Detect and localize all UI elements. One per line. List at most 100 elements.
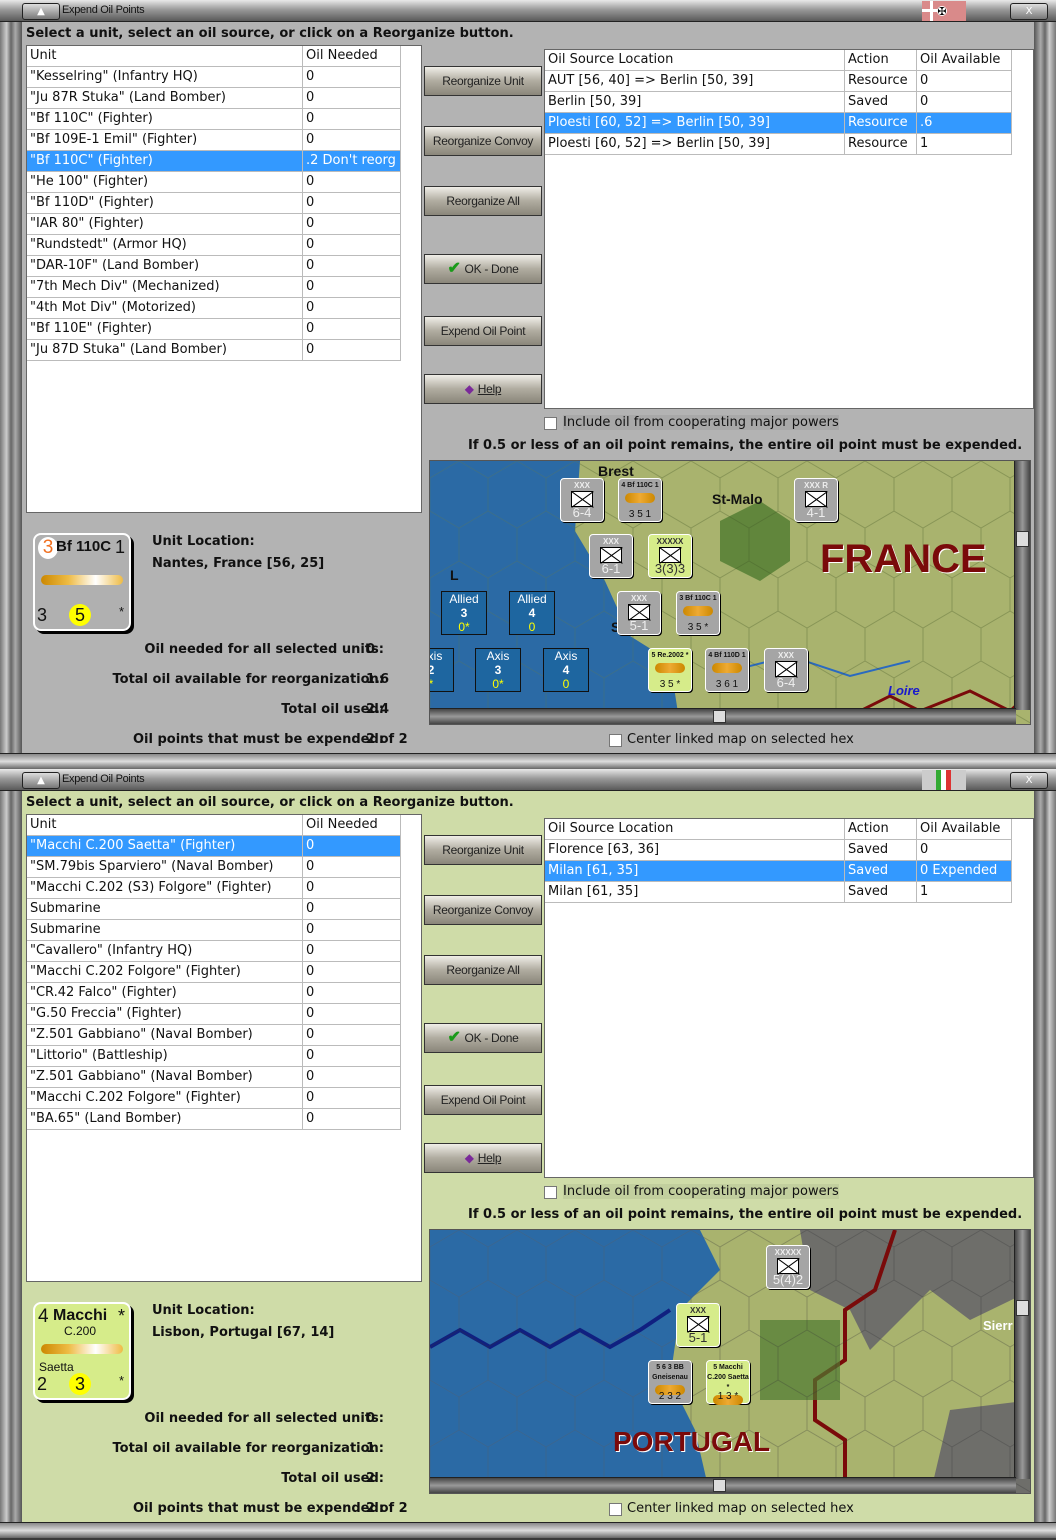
ground-unit-counter[interactable]: XXX 6-4 xyxy=(560,478,604,522)
unit-table-row[interactable]: "BA.65" (Land Bomber) 0 xyxy=(27,1109,421,1130)
ok-done-button[interactable]: ✔ OK - Done xyxy=(424,254,542,284)
ok-done-button[interactable]: ✔ OK - Done xyxy=(424,1023,542,1053)
air-unit-counter[interactable]: 5 Macchi C.200 Saetta * 1 3 * xyxy=(706,1360,750,1405)
reorganize-convoy-button[interactable]: Reorganize Convoy xyxy=(424,895,542,925)
minimize-button[interactable]: ▲ xyxy=(22,772,60,789)
oil-source-row[interactable]: Florence [63, 36] Saved 0 xyxy=(545,840,1033,861)
air-unit-counter[interactable]: 5 6 3 BB Gneisenau 2 3 2 xyxy=(648,1360,692,1404)
unit-table-row[interactable]: "7th Mech Div" (Mechanized) 0 xyxy=(27,277,421,298)
horizontal-scroll-thumb[interactable] xyxy=(713,1479,726,1492)
oil-source-table[interactable]: Oil Source Location Action Oil Available Fl… xyxy=(544,818,1034,1178)
unit-table-row[interactable]: "Cavallero" (Infantry HQ) 0 xyxy=(27,941,421,962)
include-coop-checkbox[interactable] xyxy=(544,417,557,430)
include-coop-label[interactable]: Include oil from cooperating major power… xyxy=(563,415,839,430)
column-header-action[interactable]: Action xyxy=(845,819,917,840)
center-map-label[interactable]: Center linked map on selected hex xyxy=(627,1501,854,1516)
include-coop-checkbox[interactable] xyxy=(544,1186,557,1199)
close-button[interactable]: X xyxy=(1010,3,1048,20)
unit-table-row[interactable]: "Z.501 Gabbiano" (Naval Bomber) 0 xyxy=(27,1025,421,1046)
column-header-oil-needed[interactable]: Oil Needed xyxy=(303,46,401,67)
unit-table[interactable]: Unit Oil Needed "Kesselring" (Infantry HQ)… xyxy=(26,45,422,513)
oil-source-row[interactable]: Ploesti [60, 52] => Berlin [50, 39] Resou… xyxy=(545,113,1033,134)
oil-source-row[interactable]: Milan [61, 35] Saved 0 Expended xyxy=(545,861,1033,882)
linked-map[interactable]: BrestSt-MaloFRANCESt-NLoireLAllied30*All… xyxy=(429,460,1031,725)
center-map-checkbox[interactable] xyxy=(609,734,622,747)
oil-source-row[interactable]: AUT [56, 40] => Berlin [50, 39] Resource 0 xyxy=(545,71,1033,92)
column-header-location[interactable]: Oil Source Location xyxy=(545,50,845,71)
ground-unit-counter[interactable]: XXXXX 3(3)3 xyxy=(648,534,692,578)
vertical-scroll-thumb[interactable] xyxy=(1016,1300,1029,1316)
ground-unit-counter[interactable]: XXX R 4-1 xyxy=(794,478,838,522)
close-button[interactable]: X xyxy=(1010,772,1048,789)
ground-unit-counter[interactable]: XXX 6-4 xyxy=(764,648,808,692)
reorganize-unit-button[interactable]: Reorganize Unit xyxy=(424,66,542,96)
include-coop-label[interactable]: Include oil from cooperating major power… xyxy=(563,1184,839,1199)
unit-table-row[interactable]: "CR.42 Falco" (Fighter) 0 xyxy=(27,983,421,1004)
column-header-unit[interactable]: Unit xyxy=(27,815,303,836)
reorganize-unit-button[interactable]: Reorganize Unit xyxy=(424,835,542,865)
air-unit-counter[interactable]: 5 Re.2002 * 3 5 * xyxy=(648,648,692,692)
ground-unit-counter[interactable]: XXX 5-1 xyxy=(676,1303,720,1347)
expend-oil-point-button[interactable]: Expend Oil Point xyxy=(424,316,542,346)
expend-oil-point-button[interactable]: Expend Oil Point xyxy=(424,1085,542,1115)
map-vertical-scrollbar[interactable] xyxy=(1014,1230,1030,1479)
unit-table-row[interactable]: "IAR 80" (Fighter) 0 xyxy=(27,214,421,235)
unit-table-row[interactable]: Submarine 0 xyxy=(27,899,421,920)
unit-table-row[interactable]: "Macchi C.200 Saetta" (Fighter) 0 xyxy=(27,836,421,857)
unit-table-row[interactable]: "Rundstedt" (Armor HQ) 0 xyxy=(27,235,421,256)
unit-table-row[interactable]: "Z.501 Gabbiano" (Naval Bomber) 0 xyxy=(27,1067,421,1088)
center-map-checkbox[interactable] xyxy=(609,1503,622,1516)
unit-table-row[interactable]: "Ju 87R Stuka" (Land Bomber) 0 xyxy=(27,88,421,109)
column-header-oil-available[interactable]: Oil Available xyxy=(917,819,1012,840)
unit-table-row[interactable]: "Bf 110D" (Fighter) 0 xyxy=(27,193,421,214)
oil-available: 0 xyxy=(917,71,1012,92)
map-horizontal-scrollbar[interactable] xyxy=(430,708,1016,724)
unit-table-row[interactable]: "SM.79bis Sparviero" (Naval Bomber) 0 xyxy=(27,857,421,878)
unit-table-row[interactable]: "Macchi C.202 Folgore" (Fighter) 0 xyxy=(27,1088,421,1109)
column-header-oil-needed[interactable]: Oil Needed xyxy=(303,815,401,836)
ground-unit-counter[interactable]: XXX 5-1 xyxy=(617,591,661,635)
unit-table-row[interactable]: "Ju 87D Stuka" (Land Bomber) 0 xyxy=(27,340,421,361)
map-horizontal-scrollbar[interactable] xyxy=(430,1477,1016,1493)
unit-table-row[interactable]: "Bf 110E" (Fighter) 0 xyxy=(27,319,421,340)
column-header-action[interactable]: Action xyxy=(845,50,917,71)
unit-table-row[interactable]: "4th Mot Div" (Motorized) 0 xyxy=(27,298,421,319)
vertical-scroll-thumb[interactable] xyxy=(1016,531,1029,547)
unit-name: "Rundstedt" (Armor HQ) xyxy=(27,235,303,256)
help-button[interactable]: ◆ Help xyxy=(424,1143,542,1173)
oil-source-row[interactable]: Milan [61, 35] Saved 1 xyxy=(545,882,1033,903)
air-unit-counter[interactable]: 4 Bf 110D 1 3 6 1 xyxy=(705,648,749,692)
horizontal-scroll-thumb[interactable] xyxy=(713,710,726,723)
unit-table-row[interactable]: "Bf 110C" (Fighter) .2 Don't reorg xyxy=(27,151,421,172)
ground-unit-counter[interactable]: XXXXX 5(4)2 xyxy=(766,1245,810,1289)
oil-source-table[interactable]: Oil Source Location Action Oil Available AU… xyxy=(544,49,1034,409)
linked-map[interactable]: PORTUGAL Sierr XXXXX 5(4)2 XXX 5-1 5 6 3 BB Gn… xyxy=(429,1229,1031,1494)
unit-table-row[interactable]: "Macchi C.202 (S3) Folgore" (Fighter) 0 xyxy=(27,878,421,899)
reorganize-all-button[interactable]: Reorganize All xyxy=(424,955,542,985)
oil-source-row[interactable]: Ploesti [60, 52] => Berlin [50, 39] Resou… xyxy=(545,134,1033,155)
unit-table-row[interactable]: "DAR-10F" (Land Bomber) 0 xyxy=(27,256,421,277)
card-bottom-mid: 3 xyxy=(69,1373,91,1395)
column-header-oil-available[interactable]: Oil Available xyxy=(917,50,1012,71)
reorganize-convoy-button[interactable]: Reorganize Convoy xyxy=(424,126,542,156)
oil-source-row[interactable]: Berlin [50, 39] Saved 0 xyxy=(545,92,1033,113)
air-unit-counter[interactable]: 4 Bf 110C 1 3 5 1 xyxy=(618,478,662,522)
center-map-label[interactable]: Center linked map on selected hex xyxy=(627,732,854,747)
unit-table-row[interactable]: Submarine 0 xyxy=(27,920,421,941)
unit-table[interactable]: Unit Oil Needed "Macchi C.200 Saetta" (Fig… xyxy=(26,814,422,1282)
column-header-unit[interactable]: Unit xyxy=(27,46,303,67)
air-unit-counter[interactable]: 3 Bf 110C 1 3 5 * xyxy=(676,591,720,635)
unit-table-row[interactable]: "Bf 109E-1 Emil" (Fighter) 0 xyxy=(27,130,421,151)
ground-unit-counter[interactable]: XXX 6-1 xyxy=(589,534,633,578)
minimize-button[interactable]: ▲ xyxy=(22,3,60,20)
column-header-location[interactable]: Oil Source Location xyxy=(545,819,845,840)
help-button[interactable]: ◆ Help xyxy=(424,374,542,404)
unit-table-row[interactable]: "Bf 110C" (Fighter) 0 xyxy=(27,109,421,130)
unit-table-row[interactable]: "G.50 Freccia" (Fighter) 0 xyxy=(27,1004,421,1025)
unit-table-row[interactable]: "Kesselring" (Infantry HQ) 0 xyxy=(27,67,421,88)
unit-table-row[interactable]: "Macchi C.202 Folgore" (Fighter) 0 xyxy=(27,962,421,983)
reorganize-all-button[interactable]: Reorganize All xyxy=(424,186,542,216)
map-vertical-scrollbar[interactable] xyxy=(1014,461,1030,710)
unit-table-row[interactable]: "He 100" (Fighter) 0 xyxy=(27,172,421,193)
unit-table-row[interactable]: "Littorio" (Battleship) 0 xyxy=(27,1046,421,1067)
